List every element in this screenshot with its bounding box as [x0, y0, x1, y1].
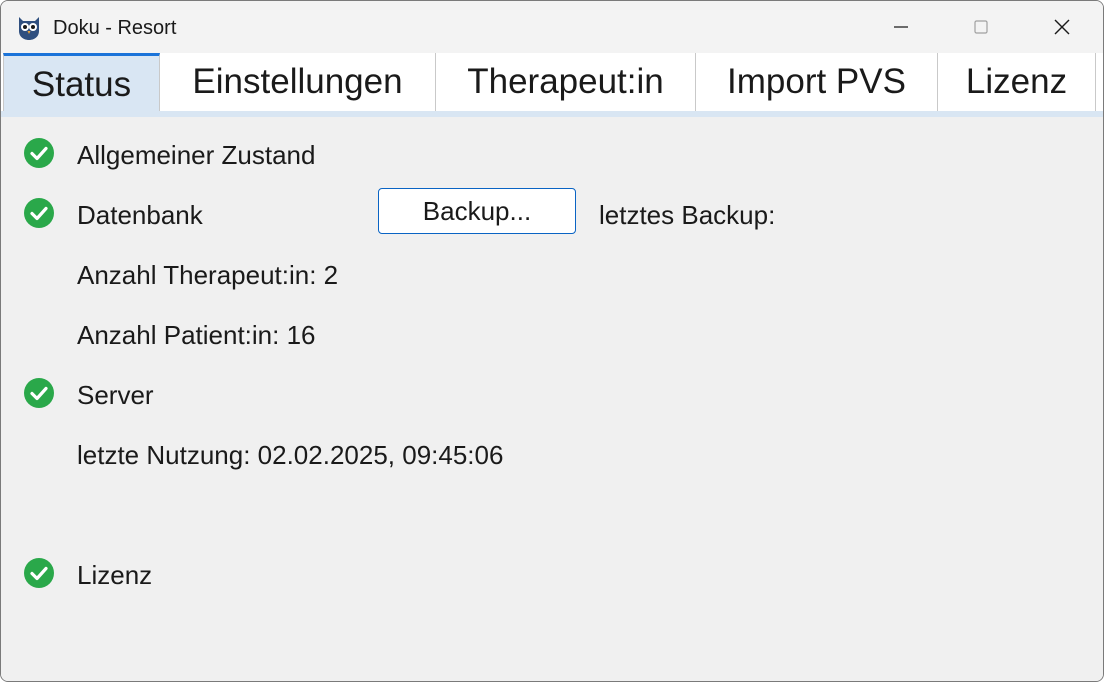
close-button[interactable]	[1022, 1, 1102, 53]
minimize-button[interactable]	[861, 1, 941, 53]
database-status-label: Datenbank	[77, 200, 203, 230]
check-circle-icon	[24, 558, 54, 588]
minimize-icon	[894, 26, 908, 28]
status-panel: Allgemeiner Zustand Datenbank Backup... …	[1, 117, 1103, 681]
window-title: Doku - Resort	[53, 17, 177, 39]
tab-einstellungen[interactable]: Einstellungen	[160, 53, 436, 111]
tab-status[interactable]: Status	[3, 53, 160, 111]
owl-icon	[19, 17, 39, 40]
title-bar[interactable]: Doku - Resort	[1, 1, 1103, 53]
maximize-icon	[974, 20, 988, 34]
last-usage: letzte Nutzung: 02.02.2025, 09:45:06	[77, 440, 504, 470]
patient-count: Anzahl Patient:in: 16	[77, 320, 316, 350]
check-circle-icon	[24, 198, 54, 228]
tab-bar: Status Einstellungen Therapeut:in Import…	[1, 53, 1103, 111]
backup-button[interactable]: Backup...	[378, 188, 576, 234]
server-status-label: Server	[77, 380, 154, 410]
maximize-button[interactable]	[941, 1, 1021, 53]
license-status-label: Lizenz	[77, 560, 153, 590]
therapist-count: Anzahl Therapeut:in: 2	[77, 260, 339, 290]
check-circle-icon	[24, 138, 54, 168]
tab-therapeutin[interactable]: Therapeut:in	[436, 53, 696, 111]
app-window: Doku - Resort Status Einstellungen Thera…	[0, 0, 1104, 682]
tab-import-pvs[interactable]: Import PVS	[696, 53, 938, 111]
close-icon	[1054, 19, 1070, 35]
check-circle-icon	[24, 378, 54, 408]
general-status-label: Allgemeiner Zustand	[77, 140, 316, 170]
tab-lizenz[interactable]: Lizenz	[938, 53, 1096, 111]
last-backup-label: letztes Backup:	[599, 200, 776, 230]
